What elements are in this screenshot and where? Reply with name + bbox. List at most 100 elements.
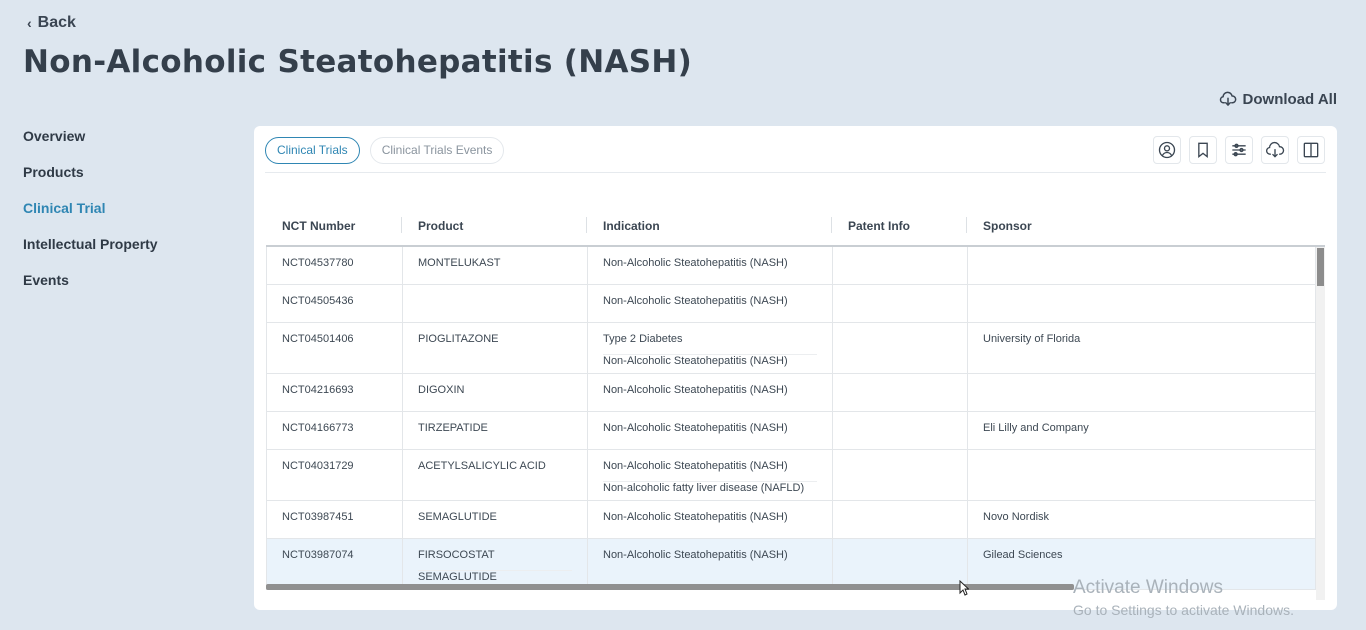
clinical-trials-card: Clinical Trials Clinical Trials Events N… <box>254 126 1337 610</box>
product-name: ACETYLSALICYLIC ACID <box>418 460 546 472</box>
filter-sliders-icon <box>1232 143 1246 157</box>
horizontal-scrollbar-thumb[interactable] <box>266 584 1074 590</box>
sidebar-item-intellectual-property[interactable]: Intellectual Property <box>23 234 158 270</box>
table-body: NCT04537780 MONTELUKAST Non-Alcoholic Stea… <box>266 247 1325 590</box>
cell-sponsor <box>968 247 1316 284</box>
cell-nct-number: NCT04505436 <box>267 285 403 322</box>
back-label: Back <box>37 14 76 31</box>
indication-name: Non-Alcoholic Steatohepatitis (NASH) <box>603 295 788 307</box>
nct-number-text[interactable]: NCT04505436 <box>282 295 354 307</box>
download-all-label: Download All <box>1242 90 1337 108</box>
nct-number-text[interactable]: NCT03987074 <box>282 549 354 561</box>
table-row[interactable]: NCT04505436 Non-Alcoholic Steatohepatitis… <box>266 285 1325 323</box>
sidebar-item-events[interactable]: Events <box>23 270 158 306</box>
column-header-sponsor[interactable]: Sponsor <box>967 210 1315 245</box>
nct-number-text[interactable]: NCT04216693 <box>282 384 354 396</box>
indication-name: Non-Alcoholic Steatohepatitis (NASH) <box>603 511 788 523</box>
user-circle-icon <box>1158 141 1176 159</box>
columns-icon <box>1303 142 1319 158</box>
table-row[interactable]: NCT03987451 SEMAGLUTIDE Non-Alcoholic Stea… <box>266 501 1325 539</box>
indication-name: Non-Alcoholic Steatohepatitis (NASH) <box>603 549 788 561</box>
table-row[interactable]: NCT03987074 FIRSOCOSTAT SEMAGLUTIDE Non-Alc… <box>266 539 1325 590</box>
cell-nct-number: NCT04537780 <box>267 247 403 284</box>
cell-nct-number: NCT04031729 <box>267 450 403 500</box>
columns-button[interactable] <box>1297 136 1325 164</box>
table-toolbar <box>1153 136 1325 164</box>
cell-sponsor: Novo Nordisk <box>968 501 1316 538</box>
cell-nct-number: NCT04501406 <box>267 323 403 373</box>
product-name: PIOGLITAZONE <box>418 333 499 345</box>
tab-bar: Clinical Trials Clinical Trials Events <box>265 137 505 164</box>
product-name: TIRZEPATIDE <box>418 422 488 434</box>
cell-indication: Non-Alcoholic Steatohepatitis (NASH) <box>588 374 833 411</box>
product-name: DIGOXIN <box>418 384 465 396</box>
cell-indication: Non-Alcoholic Steatohepatitis (NASH) <box>588 501 833 538</box>
indication-name: Non-Alcoholic Steatohepatitis (NASH) <box>603 257 788 269</box>
indication-name: Non-Alcoholic Steatohepatitis (NASH) <box>603 384 788 396</box>
column-header-product[interactable]: Product <box>402 210 587 245</box>
cell-sponsor: Eli Lilly and Company <box>968 412 1316 449</box>
table-row[interactable]: NCT04166773 TIRZEPATIDE Non-Alcoholic Stea… <box>266 412 1325 450</box>
cell-product: ACETYLSALICYLIC ACID <box>403 450 588 500</box>
cell-product: SEMAGLUTIDE <box>403 501 588 538</box>
divider <box>265 172 1326 173</box>
sidebar-item-clinical-trial[interactable]: Clinical Trial <box>23 198 158 234</box>
tab-clinical-trials[interactable]: Clinical Trials <box>265 137 360 164</box>
page-title: Non-Alcoholic Steatohepatitis (NASH) <box>23 44 693 80</box>
sidebar-item-overview[interactable]: Overview <box>23 126 158 162</box>
cell-patent-info <box>833 374 968 411</box>
clinical-trials-table[interactable]: NCT Number Product Indication Patent Inf… <box>266 210 1325 600</box>
column-header-nct-number[interactable]: NCT Number <box>266 210 402 245</box>
column-header-patent-info[interactable]: Patent Info <box>832 210 967 245</box>
cell-indication: Non-Alcoholic Steatohepatitis (NASH) <box>588 539 833 589</box>
table-row[interactable]: NCT04216693 DIGOXIN Non-Alcoholic Steatohe… <box>266 374 1325 412</box>
download-button[interactable] <box>1261 136 1289 164</box>
user-filter-button[interactable] <box>1153 136 1181 164</box>
cell-product <box>403 285 588 322</box>
cell-product: MONTELUKAST <box>403 247 588 284</box>
horizontal-scrollbar[interactable] <box>266 584 1325 590</box>
product-name: FIRSOCOSTAT <box>418 549 572 571</box>
nct-number-text[interactable]: NCT04537780 <box>282 257 354 269</box>
cell-product: FIRSOCOSTAT SEMAGLUTIDE <box>403 539 588 589</box>
table-row[interactable]: NCT04537780 MONTELUKAST Non-Alcoholic Stea… <box>266 247 1325 285</box>
back-link[interactable]: ‹ Back <box>27 14 76 32</box>
vertical-scrollbar[interactable] <box>1316 247 1325 600</box>
cell-product: DIGOXIN <box>403 374 588 411</box>
sponsor-text: Gilead Sciences <box>983 549 1063 561</box>
cloud-download-icon <box>1219 91 1236 106</box>
cloud-download-icon <box>1266 141 1285 158</box>
chevron-left-icon: ‹ <box>27 15 32 31</box>
cell-sponsor <box>968 285 1316 322</box>
sponsor-text: University of Florida <box>983 333 1081 345</box>
filter-button[interactable] <box>1225 136 1253 164</box>
cell-sponsor: Gilead Sciences <box>968 539 1316 589</box>
cell-product: TIRZEPATIDE <box>403 412 588 449</box>
cell-patent-info <box>833 247 968 284</box>
nct-number-text[interactable]: NCT04501406 <box>282 333 354 345</box>
table-row[interactable]: NCT04501406 PIOGLITAZONE Type 2 Diabetes No… <box>266 323 1325 374</box>
nct-number-text[interactable]: NCT03987451 <box>282 511 354 523</box>
cell-sponsor: University of Florida <box>968 323 1316 373</box>
table-row[interactable]: NCT04031729 ACETYLSALICYLIC ACID Non-Alcoh… <box>266 450 1325 501</box>
cell-indication: Type 2 Diabetes Non-Alcoholic Steatohepat… <box>588 323 833 373</box>
cell-sponsor <box>968 450 1316 500</box>
sponsor-text: Novo Nordisk <box>983 511 1050 523</box>
nct-number-text[interactable]: NCT04031729 <box>282 460 354 472</box>
bookmark-icon <box>1198 142 1208 159</box>
column-header-indication[interactable]: Indication <box>587 210 832 245</box>
cell-patent-info <box>833 323 968 373</box>
cell-patent-info <box>833 450 968 500</box>
download-all-button[interactable]: Download All <box>1219 90 1337 108</box>
product-name: SEMAGLUTIDE <box>418 511 497 523</box>
cell-patent-info <box>833 285 968 322</box>
cell-patent-info <box>833 539 968 589</box>
indication-name: Type 2 Diabetes <box>603 333 817 355</box>
vertical-scrollbar-thumb[interactable] <box>1317 248 1324 286</box>
bookmark-button[interactable] <box>1189 136 1217 164</box>
sponsor-text: Eli Lilly and Company <box>983 422 1089 434</box>
nct-number-text[interactable]: NCT04166773 <box>282 422 354 434</box>
cell-patent-info <box>833 501 968 538</box>
tab-clinical-trials-events[interactable]: Clinical Trials Events <box>369 137 505 164</box>
sidebar-item-products[interactable]: Products <box>23 162 158 198</box>
